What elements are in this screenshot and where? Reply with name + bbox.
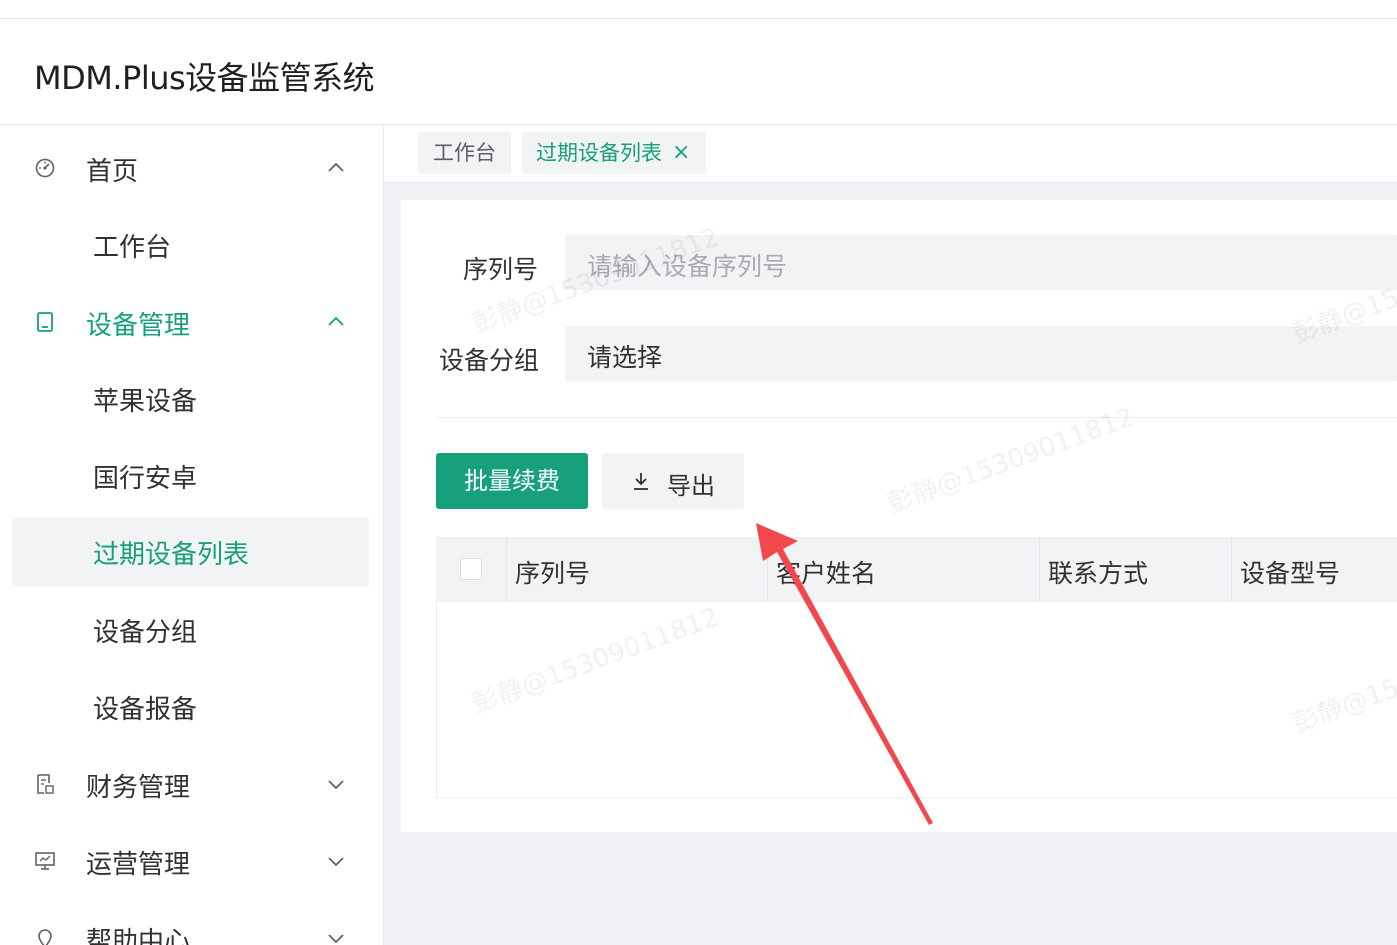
group-select-value: 请选择 (587, 343, 663, 372)
app-title: MDM.Plus设备监管系统 (34, 59, 375, 97)
tab-workbench[interactable]: 工作台 (418, 132, 511, 174)
dashboard-icon (35, 158, 55, 178)
column-header: 客户姓名 (768, 538, 1040, 601)
column-header: 设备型号 (1232, 538, 1397, 601)
menu-help-center[interactable]: 帮助中心 (0, 903, 383, 945)
sidebar-item-label: 工作台 (93, 233, 172, 263)
column-header: 序列号 (507, 538, 768, 601)
serial-label: 序列号 (463, 255, 539, 284)
chevron-down-icon (328, 780, 344, 790)
content-card: 序列号 请输入设备序列号 设备分组 请选择 批量续费 导出 序列号 客户姓名 联… (401, 200, 1397, 832)
menu-help-center-label: 帮助中心 (86, 927, 191, 945)
menu-operations-label: 运营管理 (86, 850, 191, 880)
monitor-icon (35, 852, 55, 870)
menu-device-management[interactable]: 设备管理 (0, 287, 383, 357)
sidebar-item-workbench[interactable]: 工作台 (12, 210, 369, 280)
column-header-label: 客户姓名 (776, 559, 877, 588)
sidebar-item-apple-devices[interactable]: 苹果设备 (12, 364, 369, 434)
app-header: MDM.Plus设备监管系统 (0, 19, 1397, 125)
export-button[interactable]: 导出 (602, 453, 744, 509)
tab-label: 过期设备列表 (536, 141, 662, 165)
batch-renew-button[interactable]: 批量续费 (436, 453, 588, 509)
select-all-column (437, 538, 507, 601)
sidebar-item-expired-devices[interactable]: 过期设备列表 (12, 517, 369, 587)
menu-home[interactable]: 首页 (0, 133, 383, 203)
sidebar-item-label: 设备分组 (93, 618, 198, 648)
sidebar-item-label: 过期设备列表 (93, 540, 250, 570)
tab-label: 工作台 (433, 141, 496, 165)
menu-device-management-label: 设备管理 (86, 311, 191, 341)
chevron-up-icon (328, 162, 344, 172)
menu-home-label: 首页 (86, 157, 139, 187)
serial-input[interactable]: 请输入设备序列号 (565, 235, 1397, 290)
location-pin-icon (38, 929, 52, 945)
chevron-down-icon (328, 934, 344, 944)
group-select[interactable]: 请选择 (565, 326, 1397, 381)
download-icon (634, 473, 648, 490)
chevron-up-icon (328, 316, 344, 326)
serial-input-placeholder: 请输入设备序列号 (587, 252, 788, 281)
tablet-icon (37, 312, 53, 332)
close-icon[interactable]: × (672, 132, 690, 174)
tab-expired-devices[interactable]: 过期设备列表 × (522, 132, 706, 174)
main-content: 工作台 过期设备列表 × 序列号 请输入设备序列号 设备分组 请选择 批量续费 … (384, 125, 1397, 945)
menu-operations[interactable]: 运营管理 (0, 826, 383, 896)
sidebar: 首页 工作台 设备管理 苹果设备 国行安卓 过期设备列表 设备分组 设备报备 财… (0, 125, 384, 945)
sidebar-item-label: 国行安卓 (93, 464, 198, 494)
sidebar-item-android-devices[interactable]: 国行安卓 (12, 441, 369, 511)
devices-table: 序列号 客户姓名 联系方式 设备型号 (436, 537, 1397, 798)
export-button-label: 导出 (667, 472, 715, 500)
column-header-label: 序列号 (515, 559, 591, 588)
sidebar-item-label: 苹果设备 (93, 387, 198, 417)
document-icon (37, 774, 54, 794)
column-header-label: 设备型号 (1240, 559, 1341, 588)
group-label: 设备分组 (439, 346, 540, 375)
divider (436, 417, 1397, 418)
chevron-down-icon (328, 857, 344, 867)
tabs-bar: 工作台 过期设备列表 × (384, 125, 1397, 183)
table-header: 序列号 客户姓名 联系方式 设备型号 (437, 538, 1397, 602)
menu-finance-label: 财务管理 (86, 773, 191, 803)
column-header-label: 联系方式 (1048, 559, 1149, 588)
menu-finance[interactable]: 财务管理 (0, 749, 383, 819)
select-all-checkbox[interactable] (460, 558, 482, 580)
sidebar-item-label: 设备报备 (93, 695, 198, 725)
column-header: 联系方式 (1040, 538, 1232, 601)
sidebar-item-device-report[interactable]: 设备报备 (12, 672, 369, 742)
sidebar-item-device-groups[interactable]: 设备分组 (12, 595, 369, 665)
